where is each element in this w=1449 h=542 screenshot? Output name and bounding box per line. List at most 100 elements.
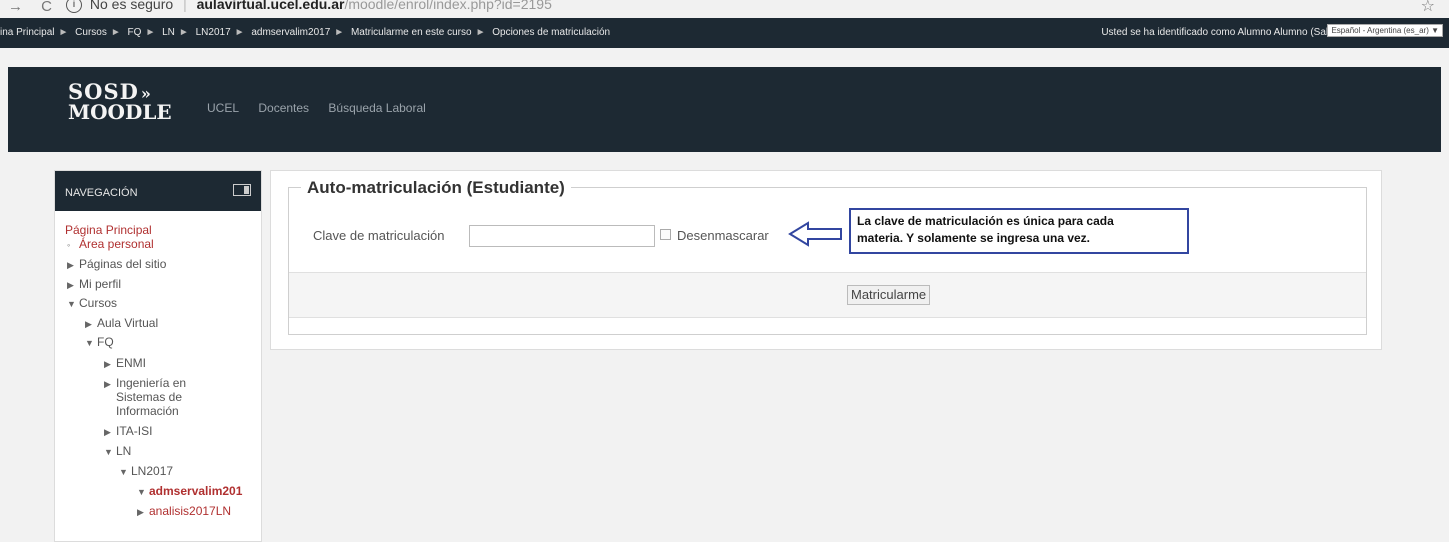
- login-info[interactable]: Usted se ha identificado como Alumno Alu…: [1101, 27, 1337, 38]
- top-bar: ina Principal ► Cursos ► FQ ► LN ► LN2017 ► a…: [0, 18, 1449, 48]
- forward-icon[interactable]: →: [8, 0, 23, 15]
- breadcrumb-item[interactable]: admservalim2017: [251, 27, 330, 38]
- nav-item-label: Aula Virtual: [97, 316, 159, 330]
- browser-nav: → C: [8, 0, 66, 15]
- enrol-me-button[interactable]: Matricularme: [847, 285, 931, 305]
- collapse-icon: ▼: [119, 467, 128, 477]
- address-host: aulavirtual.ucel.edu.ar: [196, 0, 345, 12]
- callout-line2: materia. Y solamente se ingresa una vez.: [857, 231, 1091, 245]
- nav-item-label: analisis2017LN: [149, 504, 232, 518]
- breadcrumb-separator: ►: [475, 27, 486, 38]
- nav-item-label: Sistemas de: [116, 390, 183, 404]
- callout-note: La clave de matriculación es única para …: [849, 208, 1189, 254]
- menu-item-busqueda-laboral[interactable]: Búsqueda Laboral: [328, 101, 425, 115]
- menu-item-ucel[interactable]: UCEL: [207, 101, 239, 115]
- nav-item-label: Cursos: [79, 296, 118, 310]
- breadcrumb-separator: ►: [334, 27, 345, 38]
- site-header: SOSD» MOODLE UCEL Docentes Búsqueda Labo…: [8, 67, 1441, 152]
- address-path: /moodle/enrol/index.php?id=2195: [344, 0, 552, 12]
- expand-icon: ▶: [104, 359, 111, 369]
- browser-chrome: → C i No es seguro | aulavirtual.ucel.ed…: [0, 0, 1449, 19]
- nav-item-label: Información: [116, 404, 179, 418]
- breadcrumb-separator: ►: [234, 27, 245, 38]
- unmask-label[interactable]: Desenmascarar: [677, 228, 769, 243]
- enrol-form: Auto-matriculación (Estudiante) Clave de…: [288, 178, 1367, 335]
- main-content: Auto-matriculación (Estudiante) Clave de…: [270, 170, 1382, 350]
- breadcrumb-separator: ►: [58, 27, 69, 38]
- nav-item-ingenieria-line3[interactable]: Información: [116, 404, 179, 418]
- nav-item-label: LN: [116, 444, 132, 458]
- nav-item-ln[interactable]: ▼ LN: [104, 444, 131, 459]
- nav-item-ln2017[interactable]: ▼ LN2017: [119, 464, 173, 479]
- breadcrumb: ina Principal ► Cursos ► FQ ► LN ► LN2017 ► a…: [0, 27, 610, 38]
- breadcrumb-separator: ►: [110, 27, 121, 38]
- nav-item-mi-perfil[interactable]: ▶ Mi perfil: [67, 277, 121, 292]
- nav-item-fq[interactable]: ▼ FQ: [85, 335, 114, 350]
- language-select[interactable]: Español - Argentina (es_ar) ▼: [1327, 24, 1443, 37]
- nav-item-pagina-principal[interactable]: Página Principal: [65, 223, 152, 237]
- nav-item-cursos[interactable]: ▼ Cursos: [67, 296, 117, 311]
- nav-item-label: ENMI: [116, 356, 146, 370]
- callout-line1: La clave de matriculación es única para …: [857, 214, 1114, 228]
- breadcrumb-item[interactable]: LN: [162, 27, 175, 38]
- collapse-icon: ▼: [67, 299, 76, 309]
- breadcrumb-separator: ►: [145, 27, 156, 38]
- nav-item-label: FQ: [97, 335, 114, 349]
- nav-item-label: Páginas del sitio: [79, 257, 167, 271]
- navigation-block: NAVEGACIÓN Página Principal ◦ Área person…: [54, 170, 262, 542]
- nav-item-label: Ingeniería en: [116, 376, 187, 390]
- nav-item-area-personal[interactable]: ◦ Área personal: [67, 237, 154, 252]
- address-bar[interactable]: i No es seguro | aulavirtual.ucel.edu.ar…: [66, 0, 552, 14]
- navigation-header: NAVEGACIÓN: [55, 171, 261, 211]
- breadcrumb-item[interactable]: FQ: [128, 27, 142, 38]
- nav-item-label: Página Principal: [65, 223, 152, 237]
- breadcrumb-separator: ►: [178, 27, 189, 38]
- enrolment-key-label: Clave de matriculación: [313, 228, 445, 243]
- main-menu: UCEL Docentes Búsqueda Laboral: [207, 101, 442, 115]
- arrow-left-icon: [788, 221, 842, 247]
- logo-line2: MOODLE: [68, 100, 172, 124]
- nav-item-label: admservalim201: [149, 484, 243, 498]
- info-icon[interactable]: i: [66, 0, 82, 14]
- breadcrumb-item[interactable]: LN2017: [196, 27, 231, 38]
- collapse-icon: ▼: [85, 338, 94, 348]
- unmask-checkbox[interactable]: [660, 229, 671, 240]
- dock-block-icon[interactable]: [233, 184, 251, 196]
- nav-item-ingenieria-line2[interactable]: Sistemas de: [116, 390, 182, 404]
- bullet-icon: ◦: [67, 240, 71, 250]
- site-logo[interactable]: SOSD» MOODLE: [68, 81, 172, 124]
- nav-item-enmi[interactable]: ▶ ENMI: [104, 356, 146, 371]
- menu-item-docentes[interactable]: Docentes: [258, 101, 309, 115]
- nav-item-analisis2017ln[interactable]: ▶ analisis2017LN: [137, 504, 231, 519]
- expand-icon: ▶: [67, 280, 74, 290]
- address-separator: |: [183, 0, 187, 12]
- expand-icon: ▶: [137, 507, 144, 517]
- reload-icon[interactable]: C: [41, 0, 52, 15]
- nav-item-label: LN2017: [131, 464, 174, 478]
- expand-icon: ▶: [67, 260, 74, 270]
- breadcrumb-item[interactable]: Matricularme en este curso: [351, 27, 472, 38]
- collapse-icon: ▼: [137, 487, 146, 497]
- button-row: Matricularme: [289, 273, 1366, 317]
- nav-item-label: Área personal: [79, 237, 154, 251]
- insecure-label: No es seguro: [89, 0, 174, 12]
- collapse-icon: ▼: [104, 447, 113, 457]
- nav-item-admservalim[interactable]: ▼ admservalim201: [137, 484, 242, 499]
- nav-item-ingenieria[interactable]: ▶ Ingeniería en: [104, 376, 186, 391]
- expand-icon: ▶: [104, 427, 111, 437]
- breadcrumb-item[interactable]: Cursos: [75, 27, 107, 38]
- breadcrumb-item-current: Opciones de matriculación: [492, 27, 611, 38]
- breadcrumb-item[interactable]: ina Principal: [0, 27, 54, 38]
- nav-item-paginas-del-sitio[interactable]: ▶ Páginas del sitio: [67, 257, 166, 272]
- key-row: Clave de matriculación Desenmascarar La …: [289, 188, 1366, 272]
- expand-icon: ▶: [104, 379, 111, 389]
- nav-item-ita-isi[interactable]: ▶ ITA-ISI: [104, 424, 152, 439]
- enrolment-key-input[interactable]: [469, 225, 655, 247]
- bookmark-star-icon[interactable]: ☆: [1421, 0, 1435, 16]
- expand-icon: ▶: [85, 319, 92, 329]
- nav-item-aula-virtual[interactable]: ▶ Aula Virtual: [85, 316, 158, 331]
- navigation-title: NAVEGACIÓN: [65, 187, 138, 199]
- nav-item-label: Mi perfil: [79, 277, 122, 291]
- divider: [289, 317, 1366, 318]
- nav-item-label: ITA-ISI: [116, 424, 153, 438]
